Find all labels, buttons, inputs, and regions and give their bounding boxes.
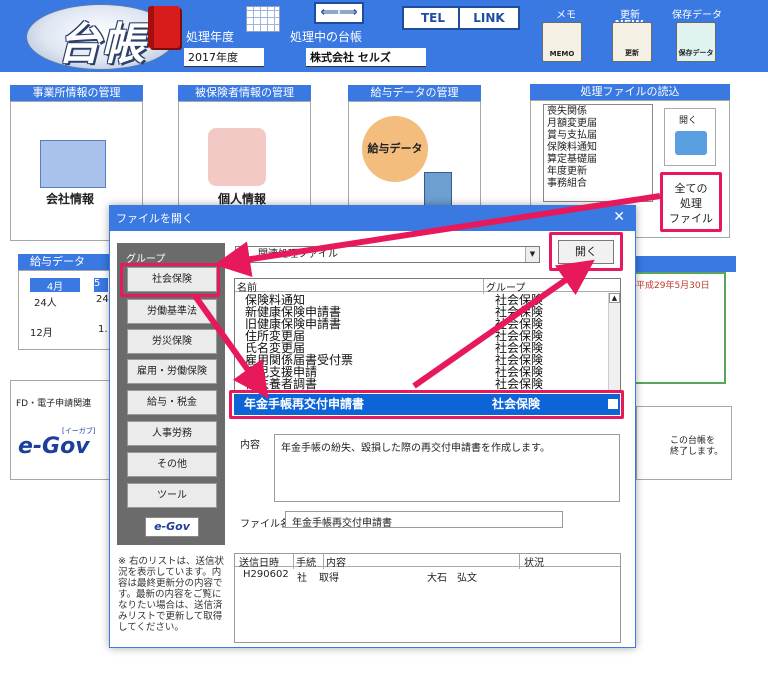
arrow-to-group-button bbox=[214, 193, 661, 278]
arrow-to-selected-row bbox=[192, 294, 269, 399]
annotation-arrows bbox=[192, 193, 661, 399]
arrow-to-open-button bbox=[412, 259, 595, 389]
